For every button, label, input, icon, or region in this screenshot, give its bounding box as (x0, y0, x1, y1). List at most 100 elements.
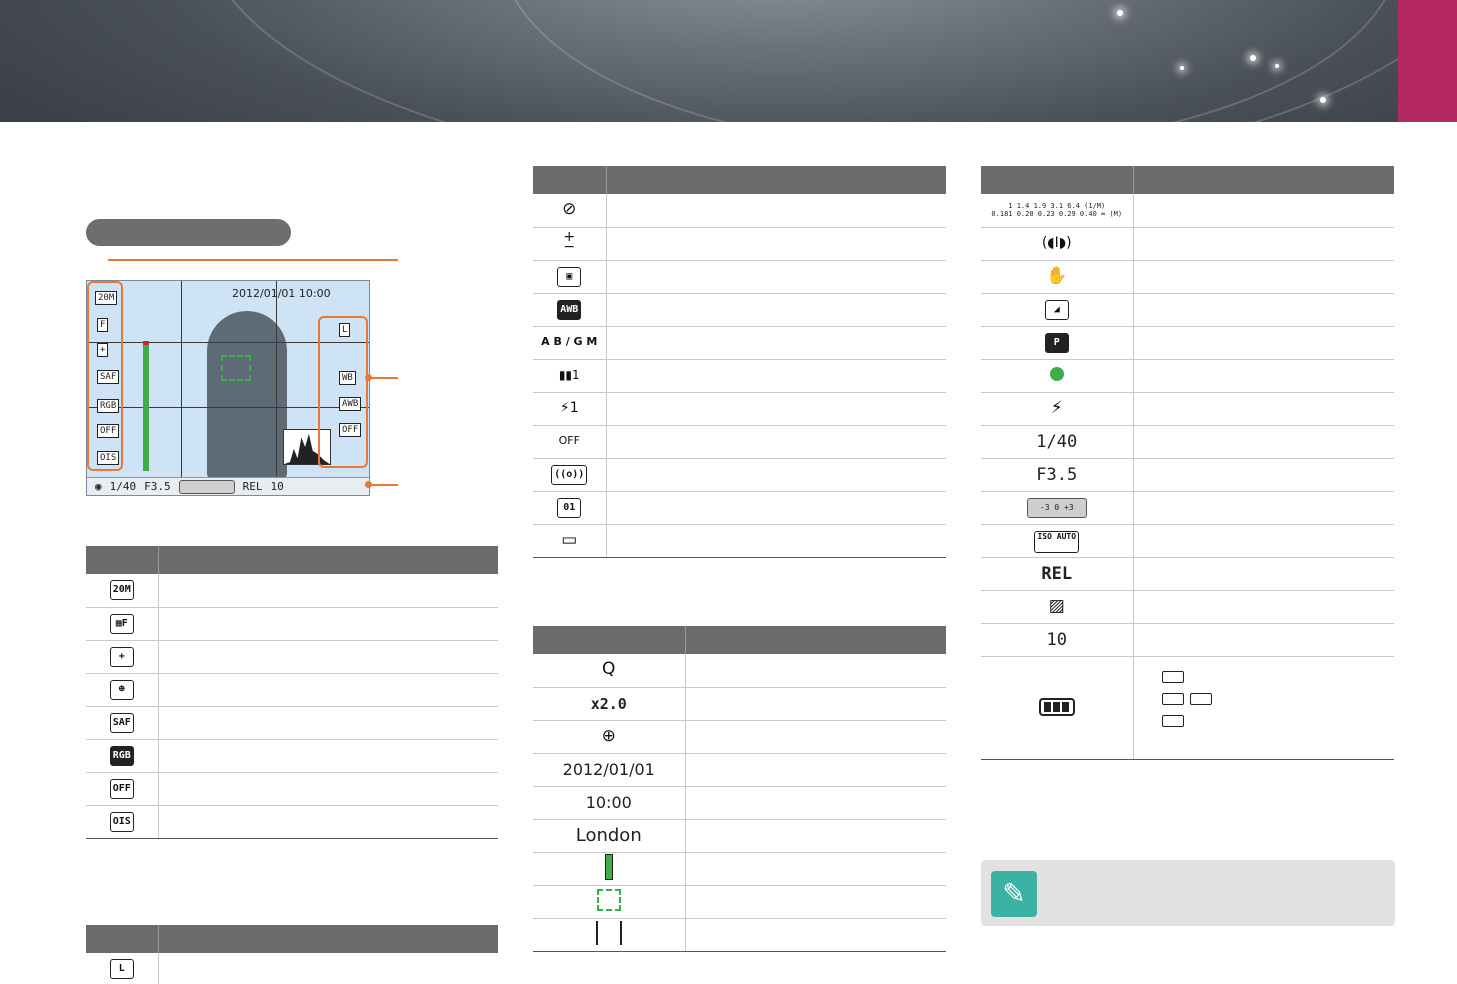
zoom-ratio: x2.0 (590, 694, 627, 713)
focus-range-icon: (◖I◗) (1041, 234, 1072, 251)
table-cell (605, 392, 946, 426)
table-row (533, 852, 685, 886)
icon-table-left-bottom: L (86, 925, 498, 984)
lcd-time: 10:00 (298, 287, 331, 300)
banner-star (1320, 97, 1326, 103)
table-cell (605, 524, 946, 558)
table-cell (157, 953, 498, 984)
table-cell (684, 720, 946, 754)
flash-icon: ⚡ (1050, 397, 1063, 418)
exposure-icon: + − (563, 229, 576, 255)
table-cell (605, 227, 946, 261)
table-row: ▮▮1 (533, 359, 606, 393)
table-row: ⊕ (533, 720, 685, 754)
table-row: ▨ (981, 590, 1133, 624)
banner-star (1180, 66, 1184, 70)
city-text: London (575, 825, 642, 846)
aperture-text: F3.5 (1036, 464, 1078, 485)
histogram-icon: ◢ (1044, 299, 1069, 320)
table-cell (684, 786, 946, 820)
battery-low-icon (1189, 693, 1212, 705)
table-row: x2.0 (533, 687, 685, 721)
table-cell (1132, 524, 1394, 558)
banner-star (1117, 10, 1123, 16)
table-row: AWB (533, 293, 606, 327)
ois-icon: OIS (109, 811, 134, 832)
table-row: OFF (86, 772, 158, 806)
color-space-srgb-icon: RGB (109, 745, 134, 766)
table-row: ☻ (86, 673, 158, 707)
metering-icon: ▣ (557, 266, 582, 287)
table-cell (684, 885, 946, 919)
magnifier-icon: Q (602, 659, 616, 680)
table-cell (157, 673, 498, 707)
lcd-date: 2012/01/01 (232, 287, 296, 300)
table-cell (605, 260, 946, 294)
ev-scale-icon (178, 479, 235, 494)
col-description (157, 925, 498, 953)
table-cell (684, 654, 946, 688)
child-silhouette (207, 311, 287, 481)
table-row: (◖I◗) (981, 227, 1133, 261)
exposure-level-bar-icon (604, 853, 613, 880)
table-cell (1132, 425, 1394, 459)
col-description (1132, 166, 1394, 194)
table-row: ⚡ (981, 392, 1133, 426)
battery-empty-icon (1161, 715, 1184, 727)
right-icons-highlight (318, 316, 368, 468)
iso-auto-icon: ISO AUTO (1034, 531, 1080, 553)
left-icons-highlight (87, 281, 123, 471)
mf-assist-off-icon: OFF (558, 433, 580, 447)
chapter-tab (1398, 0, 1457, 122)
table-cell (684, 819, 946, 853)
table-cell (1132, 623, 1394, 657)
table-cell (605, 293, 946, 327)
lcd-bottom-bar: ◉ 1/40 F3.5 REL 10 (87, 477, 369, 495)
table-row: OFF (533, 425, 606, 459)
smart-range-off-icon: OFF (109, 778, 134, 799)
col-description (684, 626, 946, 654)
table-cell (157, 607, 498, 641)
table-cell (1132, 359, 1394, 393)
table-row: ✋ (981, 260, 1133, 294)
col-icon (981, 166, 1133, 194)
shots-remaining-text: 10 (1046, 629, 1067, 650)
table-cell (1132, 260, 1394, 294)
focus-distance-top: 1 1.4 1.9 3.1 6.4 (1/M) (1008, 202, 1106, 211)
table-row (981, 656, 1133, 760)
table-row: ▣ (533, 260, 606, 294)
table-cell (157, 640, 498, 674)
table-cell (684, 753, 946, 787)
table-cell (1132, 656, 1394, 760)
col-icon (86, 925, 158, 953)
table-cell (157, 706, 498, 740)
info-table-middle-bottom: Q x2.0 ⊕ 2012/01/01 10:00 London (533, 626, 946, 952)
af-frame (221, 355, 251, 381)
table-cell (1132, 194, 1394, 228)
table-row (981, 359, 1133, 393)
focus-distance-bottom: 0.181 0.20 0.23 0.29 0.40 ∞ (M) (991, 210, 1123, 219)
face-retouch-icon: 01 (557, 497, 582, 518)
icon-table-middle-top: ⊘ + − ▣ AWB A B / G M ▮▮1 ⚡1 OFF ((o)) 0… (533, 166, 946, 558)
icon-table-left-top: 20M ▦F + ☻ SAF RGB OFF OIS (86, 546, 498, 839)
ev-scale-icon: -3 0 +3 (1026, 497, 1087, 518)
quality-fine-icon: ▦F (109, 613, 134, 634)
table-row: ((o)) (533, 458, 606, 492)
grid-line (276, 281, 277, 477)
table-row: + (86, 640, 158, 674)
callout-line (368, 377, 398, 379)
grid-line (181, 281, 182, 477)
spot-metering-area-icon (595, 920, 622, 945)
table-row: 20M (86, 574, 158, 608)
table-cell (157, 574, 498, 608)
resolution-20m-icon: 20M (109, 580, 134, 601)
table-row: 01 (533, 491, 606, 525)
table-row: 1/40 (981, 425, 1133, 459)
table-row: SAF (86, 706, 158, 740)
callout-dot (365, 374, 372, 381)
table-cell (605, 491, 946, 525)
header-banner (0, 0, 1457, 122)
table-row: F3.5 (981, 458, 1133, 492)
table-cell (1132, 458, 1394, 492)
no-card-icon: ▨ (1048, 595, 1065, 616)
